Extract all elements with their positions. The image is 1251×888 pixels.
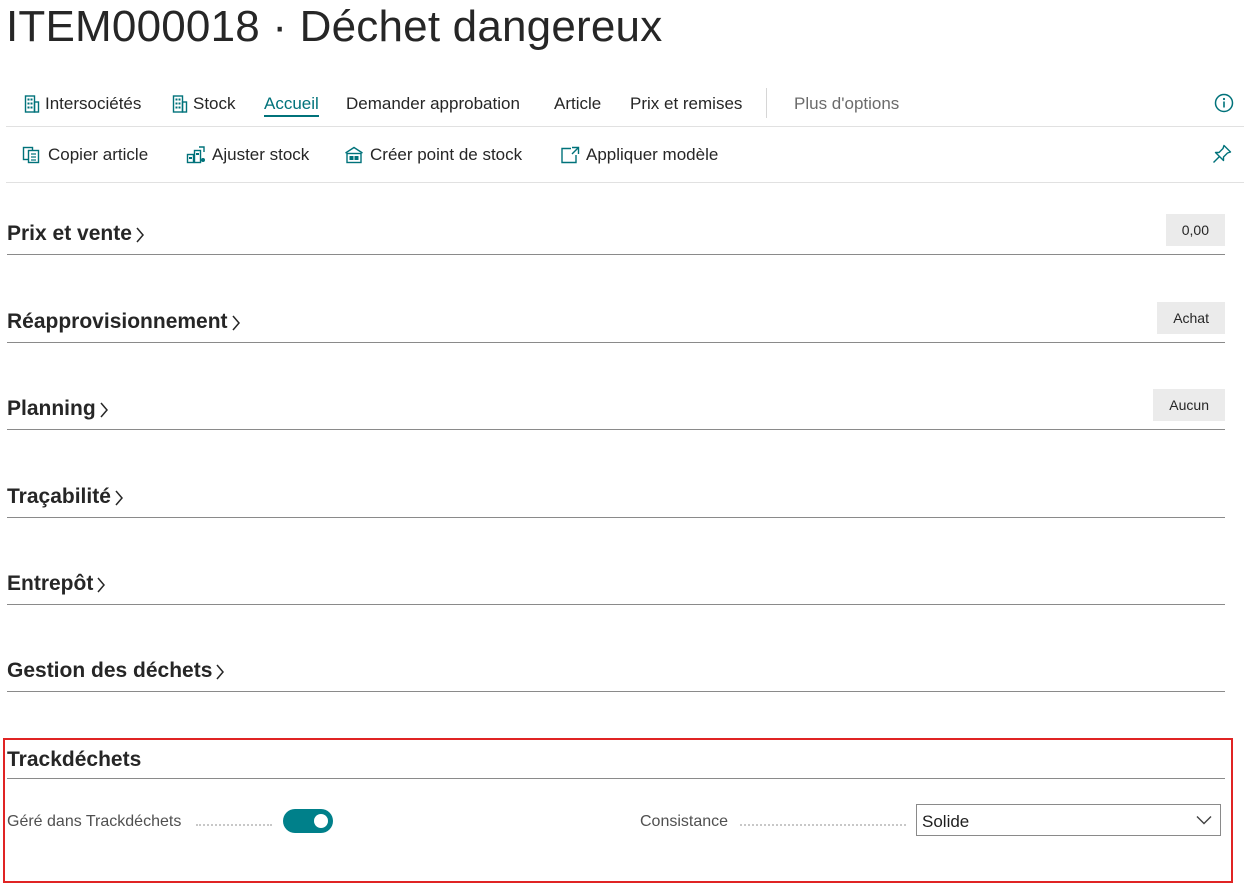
apply-template-label: Appliquer modèle xyxy=(586,145,719,164)
action-bar: Intersociétés Stock Accueil Demander app… xyxy=(6,82,1244,127)
section-tracabilite-header[interactable]: Traçabilité xyxy=(7,485,124,509)
sub-action-bar: Copier article Ajuster stock Créer point… xyxy=(6,127,1244,183)
page-title: ITEM000018 · Déchet dangereux xyxy=(6,2,663,51)
action-intersocietes[interactable]: Intersociétés xyxy=(24,92,141,116)
chevron-right-icon xyxy=(136,227,144,243)
building-icon xyxy=(172,95,188,113)
chevron-right-icon xyxy=(100,402,108,418)
section-entrepot-header[interactable]: Entrepôt xyxy=(7,572,106,596)
action-bar-separator xyxy=(766,88,767,118)
section-tracabilite: Traçabilité xyxy=(7,477,1225,518)
section-title: Gestion des déchets xyxy=(7,659,213,682)
section-summary-value: 0,00 xyxy=(1165,214,1225,246)
section-title: Réapprovisionnement xyxy=(7,310,228,333)
create-stockkeeping-unit-button[interactable]: Créer point de stock xyxy=(344,143,522,167)
section-title: Traçabilité xyxy=(7,485,111,508)
tab-accueil-label: Accueil xyxy=(264,94,319,117)
action-article[interactable]: Article xyxy=(554,92,601,116)
section-trackdechets-header[interactable]: Trackdéchets xyxy=(7,748,141,772)
section-entrepot: Entrepôt xyxy=(7,564,1225,605)
adjust-stock-label: Ajuster stock xyxy=(212,145,310,164)
create-stockkeeping-unit-label: Créer point de stock xyxy=(370,145,523,164)
chevron-down-icon xyxy=(1196,816,1212,825)
action-intersocietes-label: Intersociétés xyxy=(45,94,142,113)
managed-in-trackdechets-label: Géré dans Trackdéchets xyxy=(7,813,182,830)
copy-item-label: Copier article xyxy=(48,145,149,164)
create-stockkeeping-icon xyxy=(345,146,363,164)
section-reapprovisionnement: Réapprovisionnement Achat xyxy=(7,302,1225,343)
action-stock-label: Stock xyxy=(193,94,236,113)
field-leader-dots xyxy=(196,824,272,826)
section-gestion-des-dechets: Gestion des déchets xyxy=(7,651,1225,692)
chevron-right-icon xyxy=(97,577,106,593)
action-demander-approbation[interactable]: Demander approbation xyxy=(346,92,520,116)
info-icon[interactable] xyxy=(1214,93,1234,118)
consistency-label: Consistance xyxy=(640,813,729,830)
copy-item-button[interactable]: Copier article xyxy=(22,143,148,167)
section-summary-value: Achat xyxy=(1157,302,1225,334)
section-reapprovisionnement-header[interactable]: Réapprovisionnement xyxy=(7,310,241,334)
section-title: Entrepôt xyxy=(7,572,94,595)
field-leader-dots xyxy=(740,824,906,826)
section-prix-et-vente-header[interactable]: Prix et vente xyxy=(7,222,145,246)
tab-accueil[interactable]: Accueil xyxy=(264,92,319,117)
chevron-right-icon xyxy=(216,664,225,680)
more-options-label: Plus d'options xyxy=(794,94,900,113)
section-title: Prix et vente xyxy=(7,222,132,245)
building-icon xyxy=(24,95,40,113)
section-planning-header[interactable]: Planning xyxy=(7,397,109,421)
chevron-right-icon xyxy=(231,315,240,331)
section-trackdechets: Trackdéchets xyxy=(7,746,1225,779)
action-stock[interactable]: Stock xyxy=(172,92,236,116)
copy-icon xyxy=(22,146,40,164)
section-title: Planning xyxy=(7,397,96,420)
pin-icon[interactable] xyxy=(1212,144,1232,169)
action-prix-et-remises-label: Prix et remises xyxy=(630,94,743,113)
managed-in-trackdechets-toggle[interactable] xyxy=(283,809,333,833)
consistency-select[interactable]: Solide xyxy=(916,804,1221,836)
consistency-select-value: Solide xyxy=(922,812,970,831)
action-demander-approbation-label: Demander approbation xyxy=(346,94,520,113)
action-article-label: Article xyxy=(554,94,602,113)
apply-template-button[interactable]: Appliquer modèle xyxy=(560,143,718,167)
more-options-button[interactable]: Plus d'options xyxy=(794,92,899,116)
apply-template-icon xyxy=(561,146,580,164)
section-summary-value: Aucun xyxy=(1153,389,1225,421)
section-gestion-des-dechets-header[interactable]: Gestion des déchets xyxy=(7,659,225,683)
action-prix-et-remises[interactable]: Prix et remises xyxy=(630,92,742,116)
chevron-right-icon xyxy=(115,490,123,506)
adjust-stock-button[interactable]: Ajuster stock xyxy=(186,143,309,167)
adjust-stock-icon xyxy=(186,146,205,164)
toggle-knob xyxy=(314,814,328,828)
section-planning: Planning Aucun xyxy=(7,389,1225,430)
section-prix-et-vente: Prix et vente 0,00 xyxy=(7,214,1225,255)
